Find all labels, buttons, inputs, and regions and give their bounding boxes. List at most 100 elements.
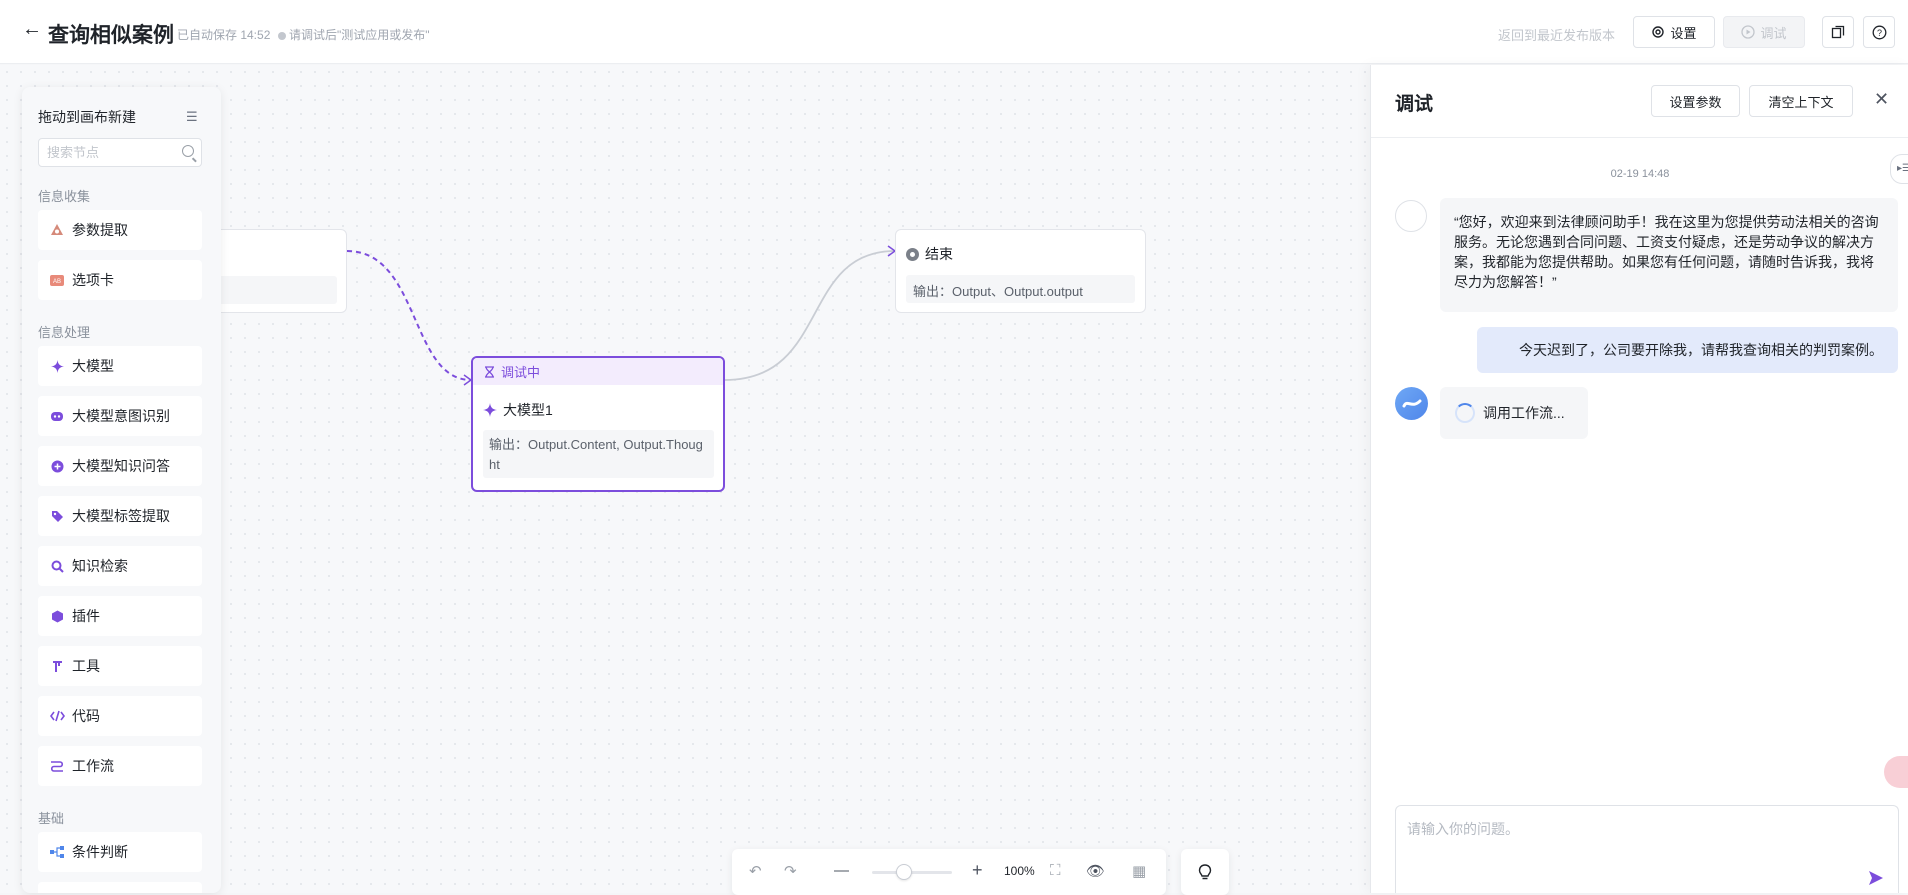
zoom-slider-knob[interactable] — [896, 864, 912, 880]
node-item-label: 代码 — [72, 708, 100, 724]
tool-icon — [49, 658, 65, 674]
zoom-level: 100% — [1004, 864, 1035, 878]
node-search-input[interactable] — [39, 139, 169, 166]
settings-button[interactable]: 设置 — [1633, 16, 1715, 48]
llm-node-title: 大模型1 — [503, 402, 553, 418]
node-item-code[interactable]: 代码 — [38, 696, 202, 736]
user-message: 今天迟到了，公司要开除我，请帮我查询相关的判罚案例。 — [1477, 327, 1898, 373]
undo-icon[interactable]: ↶ — [749, 862, 762, 880]
knowledge-qa-icon — [49, 458, 65, 474]
debug-label: 调试 — [1760, 25, 1787, 41]
node-search[interactable] — [38, 138, 202, 167]
copy-button[interactable] — [1822, 16, 1854, 48]
llm-node-header: 大模型1 — [483, 400, 553, 420]
connector-llm-end — [724, 250, 896, 381]
robot-icon — [49, 408, 65, 424]
workflow-icon — [49, 758, 65, 774]
zoom-in-icon[interactable]: + — [972, 860, 983, 881]
send-icon[interactable] — [1868, 870, 1884, 886]
node-item-label: 条件判断 — [72, 844, 128, 860]
loading-message: 调用工作流... — [1440, 387, 1588, 439]
node-item-llm[interactable]: 大模型 — [38, 346, 202, 386]
section-basic: 基础 — [38, 811, 65, 826]
node-item-param-extract[interactable]: 参数提取 — [38, 210, 202, 250]
end-node[interactable]: 结束 输出：Output、Output.output — [895, 229, 1146, 313]
llm-node-output: 输出：Output.Content, Output.Thought — [483, 430, 714, 478]
branch-icon — [49, 844, 65, 860]
plugin-icon — [49, 608, 65, 624]
chat-input-box[interactable] — [1395, 805, 1899, 893]
help-button[interactable]: ? — [1863, 16, 1895, 48]
fit-view-icon[interactable]: ⛶ — [1050, 862, 1061, 879]
avatar — [1395, 200, 1427, 232]
debug-panel: 调试 设置参数 清空上下文 ✕ 02-19 14:48 “您好，欢迎来到法律顾问… — [1370, 65, 1908, 893]
node-item-knowledge-qa[interactable]: 大模型知识问答 — [38, 446, 202, 486]
zoom-out-icon[interactable]: — — [834, 862, 849, 879]
node-item-intent[interactable]: 大模型意图识别 — [38, 396, 202, 436]
bot-avatar — [1395, 387, 1428, 420]
node-item-label: 参数提取 — [72, 222, 128, 238]
divider — [1371, 137, 1908, 138]
connector-start-llm — [346, 250, 472, 381]
code-icon — [49, 708, 65, 724]
node-item-label: 工具 — [72, 658, 100, 674]
lightbulb-icon — [1198, 863, 1212, 879]
close-icon[interactable]: ✕ — [1874, 89, 1889, 110]
llm-node-status: 调试中 — [473, 358, 723, 385]
section-info-collect: 信息收集 — [38, 189, 91, 204]
node-item-more[interactable] — [38, 882, 202, 893]
gear-icon — [1652, 26, 1665, 38]
end-node-header: 结束 — [906, 244, 953, 264]
eye-icon[interactable]: 👁 — [1086, 862, 1105, 880]
copy-icon — [1831, 25, 1845, 39]
llm-node[interactable]: 调试中 大模型1 输出：Output.Content, Output.Thoug… — [471, 356, 725, 492]
param-extract-icon — [49, 222, 65, 238]
options-card-icon: AB — [49, 272, 65, 288]
restore-version-link[interactable]: 返回到最近发布版本 — [1498, 25, 1615, 44]
node-panel: 拖动到画布新建 ☰ 信息收集 参数提取 AB 选项卡 信息处理 大模型 大模型意… — [22, 87, 221, 893]
node-item-label: 选项卡 — [72, 272, 114, 288]
floating-assistant-bubble[interactable] — [1884, 756, 1908, 788]
bot-message: “您好，欢迎来到法律顾问助手！我在这里为您提供劳动法相关的咨询服务。无论您遇到合… — [1440, 198, 1898, 312]
llm-node-status-label: 调试中 — [501, 365, 541, 380]
chat-input[interactable] — [1396, 806, 1866, 866]
set-params-button[interactable]: 设置参数 — [1651, 85, 1740, 117]
side-tab-handle[interactable]: ▸☰ — [1890, 154, 1908, 184]
help-icon: ? — [1872, 25, 1886, 39]
tag-icon — [49, 508, 65, 524]
search-icon[interactable] — [182, 145, 194, 157]
search-icon — [49, 558, 65, 574]
node-item-workflow[interactable]: 工作流 — [38, 746, 202, 786]
node-item-tag-extract[interactable]: 大模型标签提取 — [38, 496, 202, 536]
hourglass-icon — [485, 365, 494, 378]
sparkle-icon — [49, 358, 65, 374]
node-item-label: 知识检索 — [72, 558, 128, 574]
assistant-logo-icon — [1402, 399, 1421, 407]
node-item-plugin[interactable]: 插件 — [38, 596, 202, 636]
node-panel-title: 拖动到画布新建 — [38, 109, 136, 125]
end-node-icon — [906, 247, 919, 261]
debug-panel-title: 调试 — [1395, 94, 1434, 115]
node-item-label: 大模型意图识别 — [72, 408, 170, 424]
spinner-icon — [1455, 403, 1475, 423]
node-item-options-card[interactable]: AB 选项卡 — [38, 260, 202, 300]
settings-label: 设置 — [1670, 25, 1697, 41]
zoom-slider[interactable] — [872, 864, 952, 880]
section-info-process: 信息处理 — [38, 325, 91, 340]
debug-button[interactable]: 调试 — [1723, 16, 1805, 48]
redo-icon[interactable]: ↷ — [784, 862, 797, 880]
svg-text:?: ? — [1876, 28, 1881, 38]
node-item-knowledge-search[interactable]: 知识检索 — [38, 546, 202, 586]
node-item-tool[interactable]: 工具 — [38, 646, 202, 686]
node-item-condition[interactable]: 条件判断 — [38, 832, 202, 872]
tips-button[interactable] — [1181, 849, 1229, 895]
loading-message-text: 调用工作流... — [1483, 405, 1565, 421]
collapse-panel-icon[interactable]: ☰ — [186, 109, 198, 125]
svg-text:AB: AB — [53, 279, 61, 285]
end-node-title: 结束 — [925, 246, 953, 262]
node-item-label: 大模型知识问答 — [72, 458, 170, 474]
grid-icon[interactable]: ▦ — [1132, 862, 1146, 880]
clear-context-button[interactable]: 清空上下文 — [1749, 85, 1853, 117]
message-timestamp: 02-19 14:48 — [1610, 168, 1670, 180]
node-item-label: 插件 — [72, 608, 100, 624]
